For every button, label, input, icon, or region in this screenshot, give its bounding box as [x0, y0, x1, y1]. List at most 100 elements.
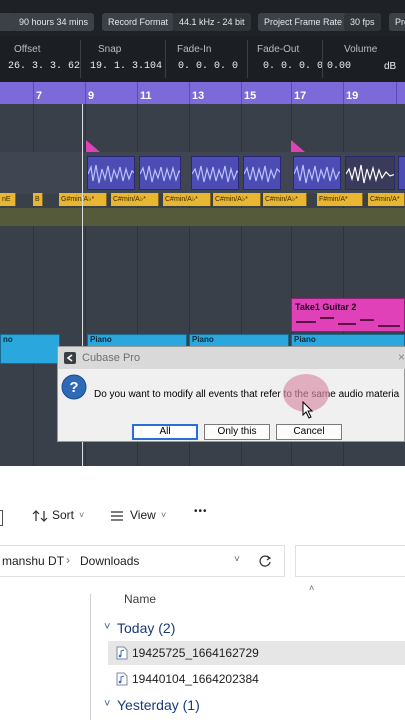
waveform-icon [88, 164, 134, 184]
status-bar: 90 hours 34 mins Record Format 44.1 kHz … [0, 0, 405, 36]
waveform-icon [346, 164, 394, 184]
info-divider [165, 40, 166, 78]
ruler-tickline [396, 82, 397, 104]
only-this-button[interactable]: Only this [204, 424, 270, 440]
midi-event-guitar[interactable]: Take1 Guitar 2 [291, 298, 405, 332]
volume-value[interactable]: 0.00 [327, 61, 351, 72]
breadcrumb-user[interactable]: manshu DT [2, 554, 64, 568]
cancel-button[interactable]: Cancel [276, 424, 342, 440]
chevron-down-icon[interactable]: ˅ [234, 554, 240, 565]
toolbar-item-cut[interactable] [0, 510, 3, 526]
ruler-tickline [137, 82, 138, 104]
dialog-title: Cubase Pro [82, 352, 141, 364]
audio-file-icon [116, 672, 128, 686]
ruler-tickline [85, 82, 86, 104]
audio-event[interactable] [87, 156, 135, 190]
record-format-label[interactable]: Record Format [102, 13, 175, 31]
volume-unit: dB [384, 61, 397, 72]
file-row[interactable]: 19425725_1664162729 [108, 641, 405, 665]
ruler-tick: 11 [140, 90, 152, 102]
mouse-pointer-icon [302, 401, 314, 419]
snap-value[interactable]: 19. 1. 3.104 [90, 61, 162, 72]
sort-button[interactable]: Sort [52, 508, 74, 522]
ruler-tick: 15 [244, 90, 257, 102]
chord-event[interactable]: C#min/A* [368, 193, 405, 206]
record-time-max: 90 hours 34 mins [13, 13, 95, 31]
ruler-tickline [241, 82, 242, 104]
selected-track-lane [0, 208, 405, 226]
address-bar[interactable]: manshu DT › Downloads ˅ [0, 545, 285, 577]
chord-event[interactable]: B [33, 193, 43, 206]
all-button[interactable]: All [132, 424, 198, 440]
waveform-icon [294, 164, 340, 184]
file-name[interactable]: 19440104_1664202384 [132, 672, 259, 686]
cubase-logo-icon [64, 352, 76, 364]
group-header-today[interactable]: Today (2) [117, 620, 175, 636]
ruler-tickline [189, 82, 190, 104]
event-name: Take1 Guitar 2 [295, 302, 357, 312]
chord-event[interactable]: F#min/A* [317, 193, 363, 206]
file-name[interactable]: 19425725_1664162729 [132, 646, 259, 660]
info-divider [247, 40, 248, 78]
group-header-yesterday[interactable]: Yesterday (1) [117, 697, 200, 713]
offset-value[interactable]: 26. 3. 3. 62 [8, 61, 80, 72]
waveform-icon [192, 165, 238, 183]
chord-event[interactable]: C#min/A♭* [213, 193, 261, 206]
sort-up-icon: ˄ [309, 583, 315, 593]
fade-out-value[interactable]: 0. 0. 0. 0 [263, 61, 323, 72]
view-button[interactable]: View [130, 508, 156, 522]
collapse-chevron-icon[interactable]: ˅ [104, 621, 110, 633]
chord-event[interactable]: nE [0, 193, 16, 206]
ruler-tick: 9 [88, 90, 95, 102]
audio-event[interactable] [398, 156, 405, 190]
pane-divider[interactable] [90, 594, 91, 720]
file-row[interactable]: 19440104_1664202384 [108, 667, 405, 691]
info-divider [80, 40, 81, 78]
waveform-icon [244, 165, 280, 183]
fade-in-value[interactable]: 0. 0. 0. 0 [178, 61, 238, 72]
confirm-dialog: Cubase Pro × ? Do you want to modify all… [57, 346, 405, 442]
ruler-tick: 19 [346, 90, 359, 102]
midi-event-piano[interactable]: no [0, 334, 60, 364]
collapse-chevron-icon[interactable]: ˅ [104, 698, 110, 710]
record-format-value[interactable]: 44.1 kHz - 24 bit [173, 13, 251, 31]
chord-event[interactable]: G#min/A♭* [59, 193, 107, 206]
audio-event[interactable] [191, 156, 239, 190]
marker-flag-icon[interactable] [291, 140, 305, 152]
timeline-ruler[interactable]: 7 9 11 13 15 17 19 [0, 82, 405, 104]
chevron-down-icon: ˅ [161, 510, 167, 520]
search-input[interactable] [295, 545, 405, 577]
audio-event[interactable] [345, 156, 395, 190]
audio-event[interactable] [139, 156, 181, 190]
project-pan-label[interactable]: Pro [389, 13, 405, 31]
audio-event[interactable] [243, 156, 281, 190]
dialog-titlebar[interactable]: Cubase Pro × [58, 347, 405, 369]
more-options-icon[interactable]: ••• [194, 506, 208, 517]
close-icon[interactable]: × [398, 350, 405, 364]
info-line: Offset 26. 3. 3. 62 Snap 19. 1. 3.104 Fa… [0, 36, 405, 82]
ruler-tickline [33, 82, 34, 104]
ruler-tick: 7 [36, 90, 43, 102]
waveform-icon [140, 165, 180, 183]
volume-label: Volume [344, 44, 378, 55]
audio-event[interactable] [293, 156, 341, 190]
chevron-right-icon: › [66, 553, 70, 567]
frame-rate-value[interactable]: 30 fps [344, 13, 381, 31]
ruler-tick: 13 [192, 90, 205, 102]
view-icon [111, 511, 123, 521]
chord-event[interactable]: C#min/A♭* [263, 193, 307, 206]
sort-icon [32, 510, 48, 522]
info-divider [322, 40, 323, 78]
frame-rate-label[interactable]: Project Frame Rate [258, 13, 349, 31]
snap-label: Snap [98, 44, 122, 55]
marker-flag-icon[interactable] [86, 140, 100, 152]
refresh-icon[interactable] [258, 554, 272, 568]
column-header-name[interactable]: Name [124, 592, 156, 606]
fade-out-label: Fade-Out [257, 44, 300, 55]
offset-label: Offset [14, 44, 41, 55]
breadcrumb-downloads[interactable]: Downloads [80, 554, 139, 568]
chord-event[interactable]: C#min/A♭* [111, 193, 159, 206]
ruler-tick: 17 [294, 90, 307, 102]
ruler-tickline [343, 82, 344, 104]
chord-event[interactable]: C#min/A♭* [163, 193, 211, 206]
